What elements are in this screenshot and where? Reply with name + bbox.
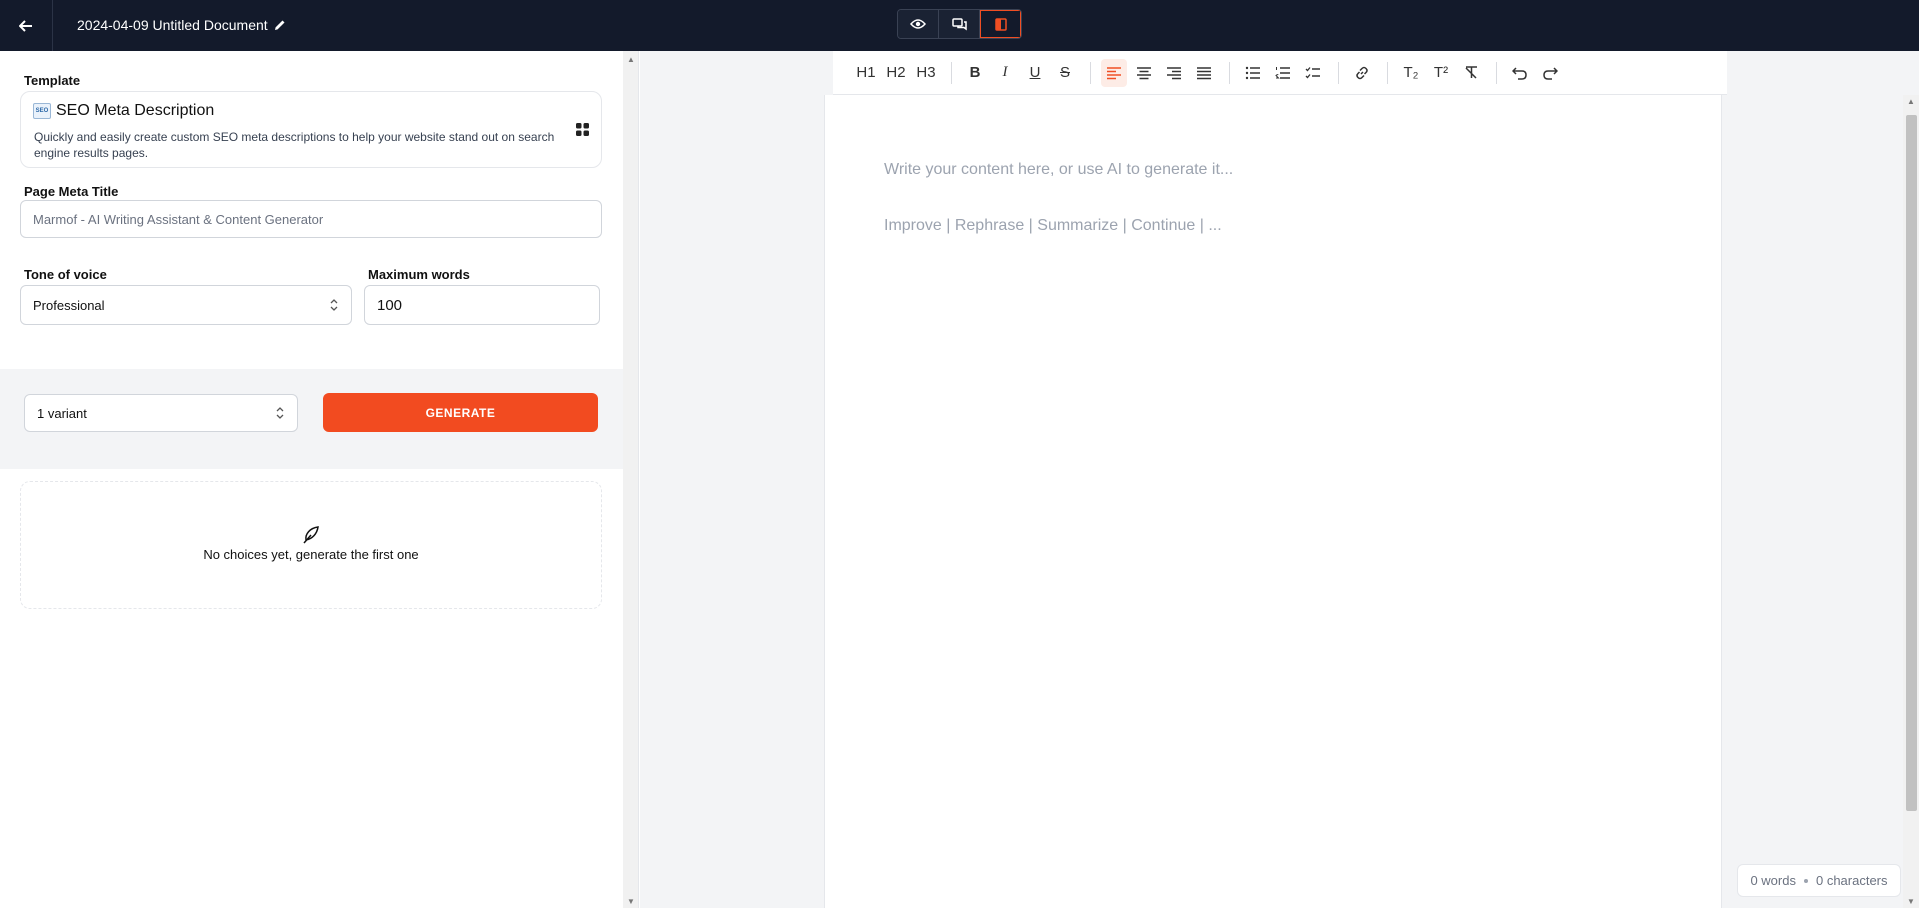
word-count: 0 words — [1750, 873, 1796, 888]
numbered-list-button[interactable] — [1270, 59, 1296, 87]
tone-select[interactable]: Professional — [20, 285, 352, 325]
toolbar-divider — [1090, 61, 1091, 84]
strikethrough-button[interactable]: S — [1052, 59, 1078, 87]
variants-value: 1 variant — [37, 405, 87, 421]
underline-button[interactable]: U — [1022, 59, 1048, 87]
feather-icon — [303, 526, 319, 544]
editor-scroll-thumb[interactable] — [1906, 115, 1917, 811]
scroll-up-icon[interactable]: ▲ — [627, 55, 635, 64]
grid-icon[interactable] — [576, 123, 589, 136]
empty-message: No choices yet, generate the first one — [203, 547, 419, 562]
max-words-input[interactable]: 100 — [364, 285, 600, 325]
redo-icon — [1543, 66, 1558, 80]
document-title-text: 2024-04-09 Untitled Document — [77, 16, 268, 33]
document-title[interactable]: 2024-04-09 Untitled Document — [77, 0, 286, 49]
variants-select[interactable]: 1 variant — [24, 394, 298, 432]
select-chevron-icon — [330, 299, 338, 311]
split-mode-button[interactable] — [980, 10, 1021, 38]
template-description: Quickly and easily create custom SEO met… — [34, 130, 555, 160]
align-center-button[interactable] — [1131, 59, 1157, 87]
preview-mode-button[interactable] — [898, 10, 939, 38]
panel-icon — [994, 17, 1007, 31]
back-arrow-icon — [19, 19, 32, 32]
undo-icon — [1512, 66, 1527, 80]
left-panel-scrollbar[interactable]: ▲ ▼ — [623, 51, 639, 908]
align-justify-icon — [1197, 66, 1211, 79]
numbered-list-icon — [1275, 66, 1290, 79]
scroll-up-icon[interactable]: ▲ — [1907, 97, 1915, 106]
scroll-down-icon[interactable]: ▼ — [627, 897, 635, 906]
max-words-value: 100 — [377, 296, 403, 314]
meta-title-input[interactable]: Marmof - AI Writing Assistant & Content … — [20, 200, 602, 238]
chat-mode-button[interactable] — [939, 10, 980, 38]
undo-button[interactable] — [1507, 59, 1533, 87]
generator-panel — [0, 51, 623, 908]
align-left-icon — [1107, 66, 1121, 79]
top-bar: 2024-04-09 Untitled Document — [0, 0, 1919, 51]
pencil-icon[interactable] — [274, 19, 286, 31]
bullet-list-icon — [1245, 66, 1260, 79]
chat-icon — [951, 17, 967, 30]
bullet-list-button[interactable] — [1240, 59, 1266, 87]
align-justify-button[interactable] — [1191, 59, 1217, 87]
generate-label: GENERATE — [425, 405, 496, 420]
toolbar-divider — [951, 61, 952, 84]
italic-button[interactable]: I — [992, 59, 1018, 87]
align-left-button[interactable] — [1101, 58, 1127, 87]
toolbar-divider — [1387, 61, 1388, 84]
meta-title-value: Marmof - AI Writing Assistant & Content … — [33, 211, 324, 227]
link-button[interactable] — [1349, 59, 1375, 87]
scroll-down-icon[interactable]: ▼ — [1907, 897, 1915, 906]
task-list-button[interactable] — [1300, 59, 1326, 87]
ai-actions-hint: Improve | Rephrase | Summarize | Continu… — [884, 217, 1222, 234]
heading3-button[interactable]: H3 — [913, 59, 939, 87]
view-mode-toggle — [897, 9, 1022, 39]
tone-value: Professional — [33, 297, 105, 313]
subscript-button[interactable]: T₂ — [1398, 59, 1424, 87]
eye-icon — [910, 19, 926, 29]
align-right-icon — [1167, 66, 1181, 79]
clear-format-button[interactable] — [1458, 59, 1484, 87]
select-chevron-icon — [276, 407, 284, 419]
template-header: SEO SEO Meta Description — [33, 102, 214, 120]
align-right-button[interactable] — [1161, 59, 1187, 87]
template-name: SEO Meta Description — [56, 102, 215, 119]
heading1-button[interactable]: H1 — [853, 59, 879, 87]
word-counter: 0 words 0 characters — [1737, 864, 1901, 897]
results-empty-state: No choices yet, generate the first one — [20, 481, 602, 609]
superscript-button[interactable]: T² — [1428, 59, 1454, 87]
char-count: 0 characters — [1815, 873, 1888, 888]
heading2-button[interactable]: H2 — [883, 59, 909, 87]
template-selector[interactable]: SEO SEO Meta Description Quickly and eas… — [20, 91, 602, 168]
toolbar-divider — [1338, 61, 1339, 84]
meta-title-label: Page Meta Title — [24, 184, 119, 199]
max-words-label: Maximum words — [368, 267, 470, 282]
clear-format-icon — [1464, 66, 1477, 79]
align-center-icon — [1137, 66, 1151, 79]
editor-placeholder: Write your content here, or use AI to ge… — [884, 161, 1234, 178]
generate-button[interactable]: GENERATE — [323, 393, 598, 432]
back-button[interactable] — [0, 0, 53, 51]
toolbar-divider — [1229, 61, 1230, 84]
template-label: Template — [24, 73, 81, 88]
editor-scrollbar[interactable]: ▲ ▼ — [1903, 95, 1919, 908]
redo-button[interactable] — [1537, 59, 1563, 87]
toolbar-divider — [1496, 61, 1497, 84]
editor-toolbar: H1 H2 H3 B I U S T₂ T² — [833, 51, 1727, 95]
bold-button[interactable]: B — [962, 59, 988, 87]
task-list-icon — [1305, 66, 1320, 78]
tone-label: Tone of voice — [24, 267, 107, 282]
seo-badge-icon: SEO — [33, 103, 51, 119]
separator-dot — [1803, 878, 1808, 883]
link-icon — [1356, 66, 1368, 79]
